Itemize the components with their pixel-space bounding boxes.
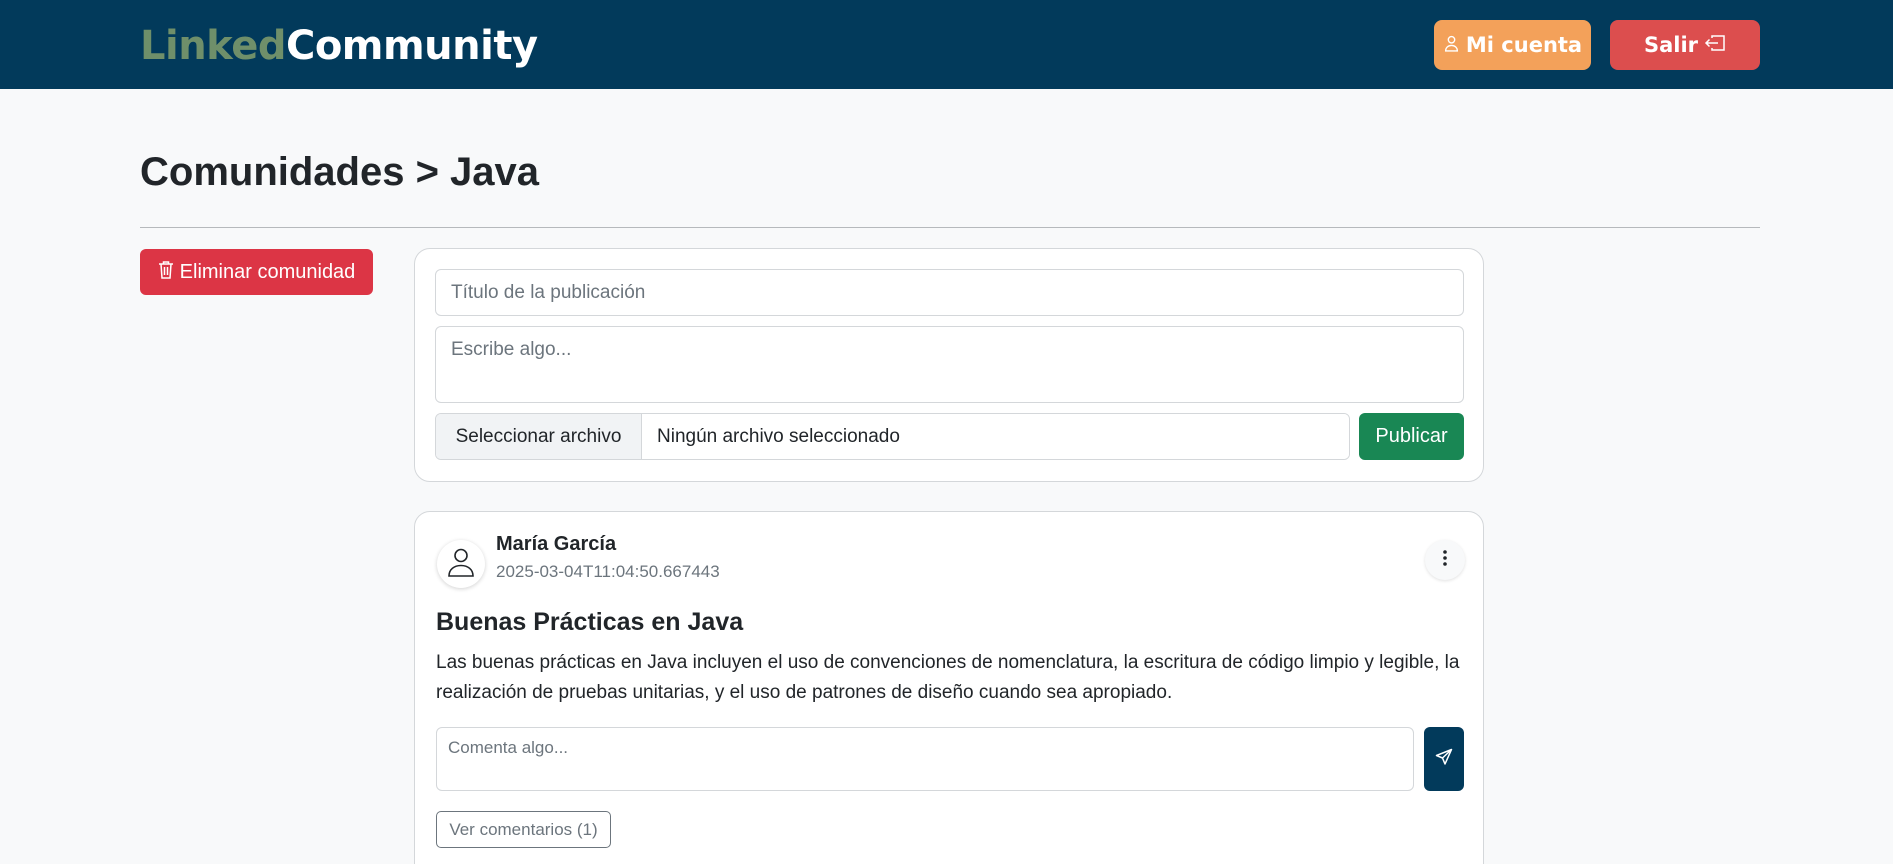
post-body: Las buenas prácticas en Java incluyen el… <box>436 652 1460 703</box>
file-input[interactable]: Seleccionar archivo Ningún archivo selec… <box>435 413 1350 460</box>
navbar: LinkedCommunity Mi cuenta Salir <box>0 0 1893 89</box>
brand-logo[interactable]: LinkedCommunity <box>140 22 538 70</box>
select-file-button[interactable]: Seleccionar archivo <box>436 414 642 459</box>
logout-label: Salir <box>1643 33 1699 57</box>
file-status: Ningún archivo seleccionado <box>642 414 1349 459</box>
post-author[interactable]: María García <box>496 532 616 556</box>
logout-button[interactable]: Salir <box>1610 20 1760 70</box>
send-comment-button[interactable] <box>1424 727 1464 791</box>
post-title-input[interactable]: Título de la publicación <box>435 269 1464 316</box>
box-arrow-left-icon <box>1704 33 1726 57</box>
delete-community-label: Eliminar comunidad <box>179 260 356 283</box>
trash-icon <box>158 260 174 285</box>
brand-part-community: Community <box>285 23 538 69</box>
post-body-textarea[interactable]: Escribe algo... <box>435 326 1464 403</box>
my-account-button[interactable]: Mi cuenta <box>1434 20 1591 70</box>
post-options-button[interactable] <box>1425 540 1465 580</box>
person-icon <box>447 547 475 582</box>
post-timestamp: 2025-03-04T11:04:50.667443 <box>496 562 720 581</box>
send-icon <box>1435 748 1453 771</box>
post-card: María García 2025-03-04T11:04:50.667443 … <box>414 511 1484 864</box>
my-account-label: Mi cuenta <box>1465 33 1583 57</box>
page-title: Comunidades > Java <box>140 150 540 194</box>
comment-input[interactable]: Comenta algo... <box>436 727 1414 791</box>
three-dots-vertical-icon <box>1443 549 1447 571</box>
avatar <box>437 540 485 588</box>
delete-community-button[interactable]: Eliminar comunidad <box>140 249 373 295</box>
view-comments-button[interactable]: Ver comentarios (1) <box>436 811 611 848</box>
person-icon <box>1443 33 1460 57</box>
publish-button[interactable]: Publicar <box>1359 413 1464 460</box>
post-title: Buenas Prácticas en Java <box>436 608 744 636</box>
new-post-composer: Título de la publicación Escribe algo...… <box>414 248 1484 482</box>
brand-part-linked: Linked <box>140 23 286 69</box>
title-divider <box>140 227 1760 228</box>
